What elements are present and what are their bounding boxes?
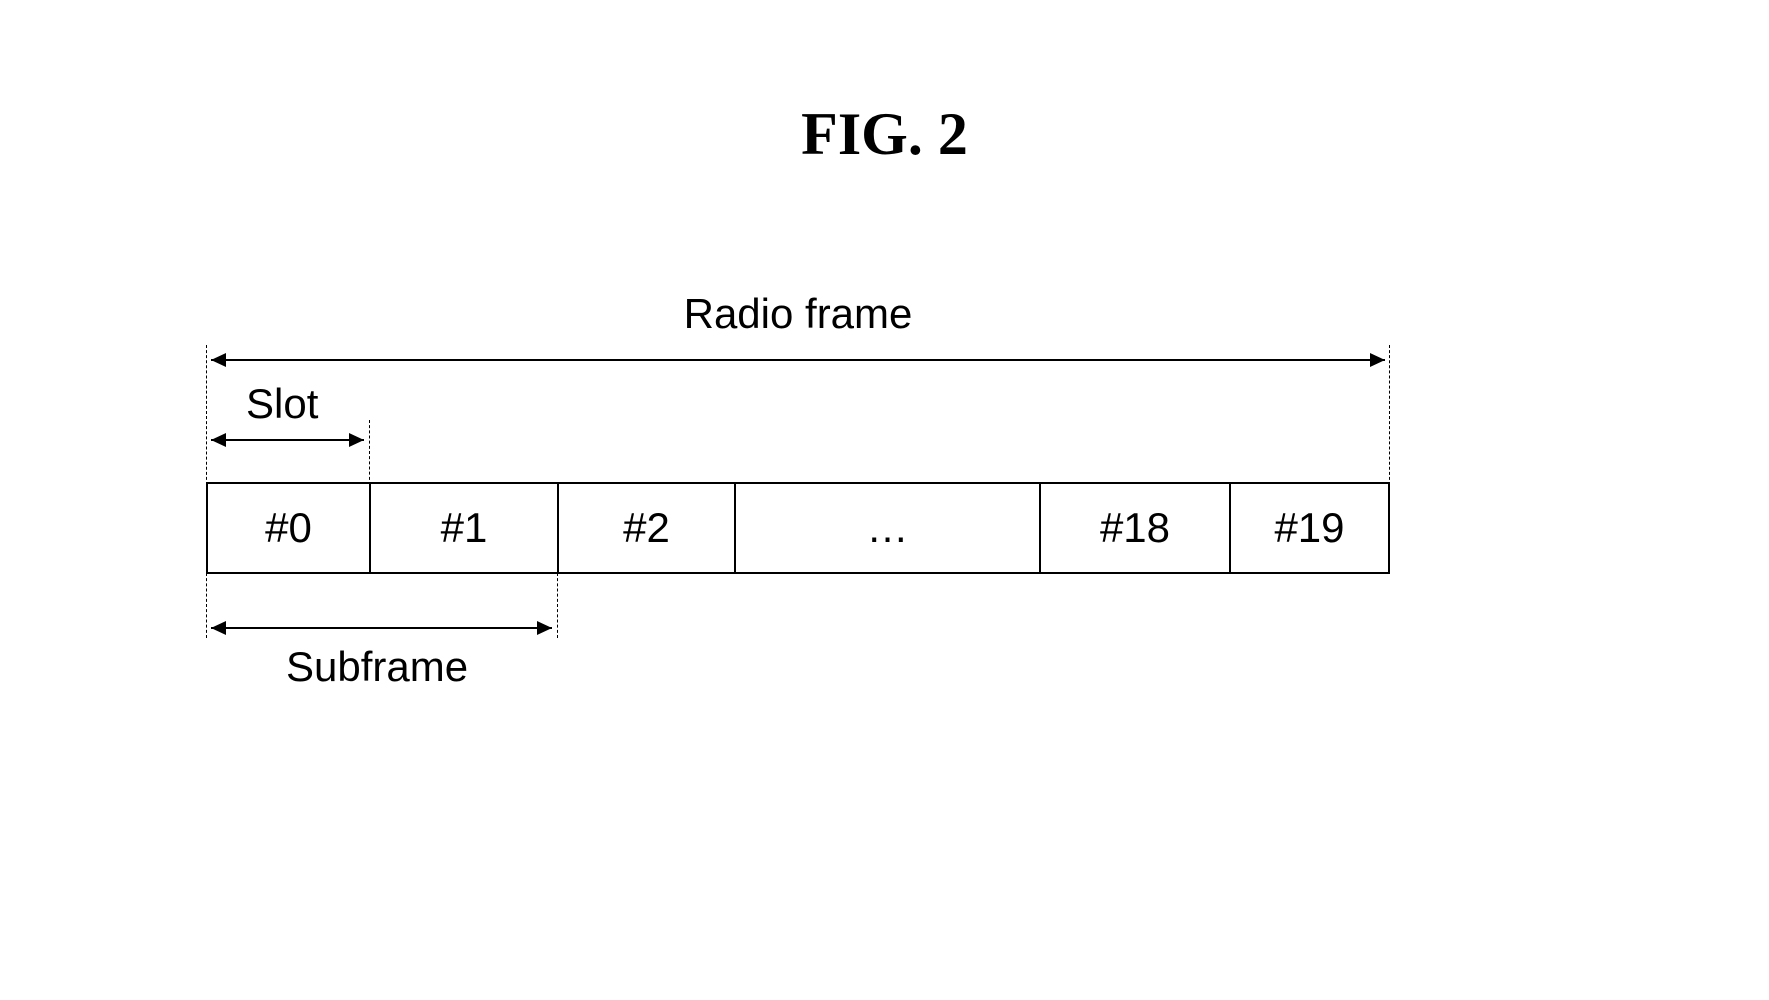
radio-frame-arrow (206, 345, 1390, 375)
slot-cell: #19 (1231, 484, 1388, 572)
subframe-label: Subframe (286, 643, 468, 691)
slots-row: #0 #1 #2 … #18 #19 (206, 482, 1390, 574)
tick-mark (369, 420, 370, 485)
slot-cell: #18 (1041, 484, 1231, 572)
slot-cell: … (736, 484, 1041, 572)
slot-arrow (206, 425, 369, 455)
radio-frame-label: Radio frame (684, 290, 913, 338)
slot-cell: #2 (559, 484, 736, 572)
figure-title: FIG. 2 (801, 100, 968, 169)
subframe-arrow (206, 613, 557, 643)
tick-mark (557, 573, 558, 638)
slot-label: Slot (246, 380, 318, 428)
slot-cell: #1 (371, 484, 559, 572)
slot-cell: #0 (208, 484, 371, 572)
